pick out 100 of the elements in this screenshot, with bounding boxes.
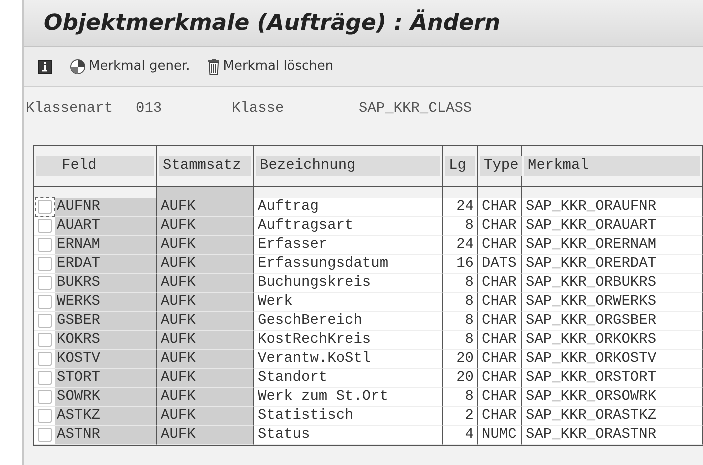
table-cell: 4 [443,426,478,445]
field-value: 013 [136,101,164,117]
table-cell: Auftrag [254,187,443,217]
table-cell: 8 [443,312,478,331]
field-name: WERKS [55,293,156,311]
checkbox[interactable] [38,238,52,252]
table-cell: SAP_KKR_ORKOSTV [522,350,703,369]
column-header[interactable]: Bezeichnung [256,156,440,176]
field-name: ASTNR [55,426,156,444]
table-cell: Buchungskreis [254,274,443,293]
checkbox[interactable] [38,371,52,385]
checkbox[interactable] [38,390,52,404]
table-cell: DATS [478,255,522,274]
table-cell: KostRechKreis [254,331,443,350]
table-cell: CHAR [478,369,522,388]
table-cell: CHAR [478,236,522,255]
table-cell: 8 [443,331,478,350]
column-header[interactable]: Stammsatz [159,156,251,176]
table-cell: AUFK [157,187,254,217]
table-cell: 8 [443,217,478,236]
checkbox[interactable] [38,314,52,328]
table-cell: CHAR [478,388,522,407]
table-cell: 24 [443,187,478,217]
table-cell: SAP_KKR_ORERDAT [522,255,703,274]
table-cell: Standort [254,369,443,388]
delete-button[interactable]: Merkmal löschen [206,56,336,76]
table-cell: 8 [443,293,478,312]
field-name: KOKRS [55,331,156,349]
table-cell: Werk [254,293,443,312]
table-cell: SAP_KKR_ORASTNR [522,426,703,445]
table-cell: AUFK [157,217,254,236]
table-cell: AUFK [157,293,254,312]
table-cell: CHAR [478,350,522,369]
checkbox[interactable] [38,333,52,347]
table-cell: AUFK [157,369,254,388]
field-value: SAP_KKR_CLASS [359,101,472,117]
table-cell: 16 [443,255,478,274]
table-cell: CHAR [478,312,522,331]
table-cell: Erfassungsdatum [254,255,443,274]
info-button[interactable] [36,58,54,76]
column-header[interactable]: Merkmal [524,156,700,176]
table-cell: CHAR [478,187,522,217]
table-cell: NUMC [478,426,522,445]
field-label: Klassenart [26,101,114,117]
generate-button[interactable]: Merkmal gener. [68,56,192,76]
table-cell: SAP_KKR_ORKOKRS [522,331,703,350]
table-cell: Erfasser [254,236,443,255]
table-cell: GeschBereich [254,312,443,331]
trash-icon [208,58,220,74]
field-name: ERNAM [55,236,156,254]
table-cell: CHAR [478,407,522,426]
checkbox[interactable] [38,409,52,423]
checkbox[interactable] [38,352,52,366]
table-cell: CHAR [478,217,522,236]
field-name: AUART [55,217,156,235]
checkbox[interactable] [38,276,52,290]
field-name: ERDAT [55,255,156,273]
table-cell: Verantw.KoStl [254,350,443,369]
globe-icon [70,58,86,74]
table-cell: AUFK [157,312,254,331]
table-cell: AUFK [157,255,254,274]
table-cell: 8 [443,274,478,293]
table-cell: 2 [443,407,478,426]
field-name: GSBER [55,312,156,330]
table-cell: SAP_KKR_ORGSBER [522,312,703,331]
table-cell: CHAR [478,331,522,350]
field-name: ASTKZ [55,407,156,425]
table-cell: AUFK [157,236,254,255]
table-cell: 20 [443,350,478,369]
table-cell: Werk zum St.Ort [254,388,443,407]
field-name: SOWRK [55,388,156,406]
checkbox[interactable] [38,428,52,442]
table-cell: 8 [443,388,478,407]
column-header[interactable]: Lg [445,156,475,176]
table-cell: SAP_KKR_ORSTORT [522,369,703,388]
checkbox[interactable] [38,219,52,233]
table-cell: Auftragsart [254,217,443,236]
table-cell: SAP_KKR_ORAUFNR [522,187,703,217]
table-cell: AUFK [157,388,254,407]
table-cell: SAP_KKR_ORBUKRS [522,274,703,293]
table-cell: AUFK [157,350,254,369]
table-cell: SAP_KKR_ORASTKZ [522,407,703,426]
table-cell: SAP_KKR_ORAUART [522,217,703,236]
column-header[interactable]: Type [480,156,523,176]
field-label: Klasse [232,101,286,117]
info-icon [38,60,52,74]
table-cell: AUFK [157,274,254,293]
column-header[interactable]: Feld [36,156,154,176]
checkbox[interactable] [38,257,52,271]
field-name: KOSTV [55,350,156,368]
table-cell: AUFK [157,331,254,350]
table-cell: AUFK [157,426,254,445]
field-name: STORT [55,369,156,387]
table-cell: AUFK [157,407,254,426]
field-name: AUFNR [55,198,156,216]
table-cell: CHAR [478,293,522,312]
table-cell: Status [254,426,443,445]
table-cell: 20 [443,369,478,388]
checkbox[interactable] [38,295,52,309]
table-cell: SAP_KKR_ORERNAM [522,236,703,255]
